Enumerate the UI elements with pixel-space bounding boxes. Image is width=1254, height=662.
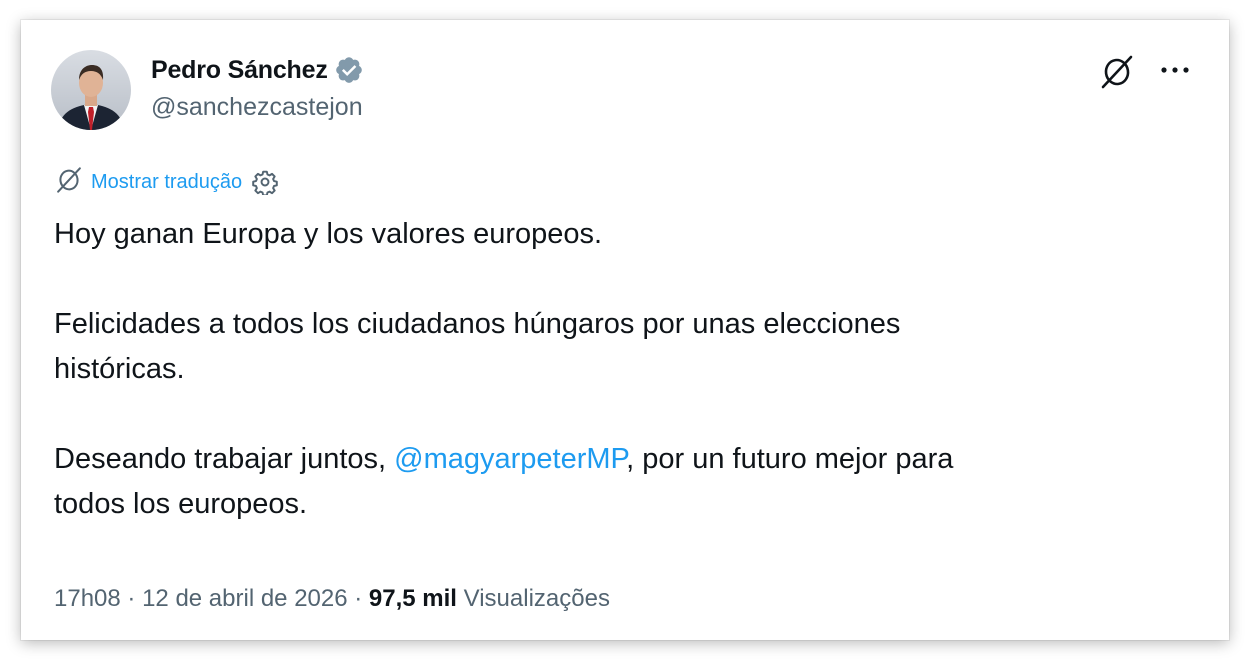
more-dots-icon[interactable]	[1155, 58, 1195, 82]
tweet-meta: 17h08 · 12 de abril de 2026 · 97,5 mil V…	[54, 585, 610, 613]
author-display-name[interactable]: Pedro Sánchez	[151, 56, 328, 85]
tweet-line: todos los europeos.	[54, 488, 308, 520]
author-handle[interactable]: @sanchezcastejon	[151, 93, 363, 122]
tweet-line: Hoy ganan Europa y los valores europeos.	[54, 218, 603, 250]
tweet-time[interactable]: 17h08	[54, 585, 121, 612]
tweet-text-fragment: Deseando trabajar juntos,	[54, 443, 395, 475]
meta-separator: ·	[347, 585, 369, 612]
profile-photo	[51, 50, 131, 130]
views-label: Visualizações	[456, 585, 610, 612]
tweet-paragraph-mention: Deseando trabajar juntos, @magyarpeterMP…	[54, 437, 1184, 482]
tweet-line: históricas.	[54, 353, 185, 385]
verified-badge-icon[interactable]	[334, 55, 364, 85]
translate-row: Mostrar tradução	[55, 166, 278, 199]
tweet-line: Felicidades a todos los ciudadanos húnga…	[54, 308, 901, 340]
grok-icon	[55, 166, 83, 199]
show-translation-link[interactable]: Mostrar tradução	[91, 171, 242, 194]
gear-icon[interactable]	[252, 169, 278, 197]
tweet-card: Pedro Sánchez @sanchezcastejon Mostrar t…	[21, 20, 1229, 640]
tweet-date[interactable]: 12 de abril de 2026	[142, 585, 348, 612]
tweet-text: Hoy ganan Europa y los valores europeos.…	[54, 212, 1184, 527]
author-name-row: Pedro Sánchez	[151, 52, 364, 88]
grok-icon[interactable]	[1101, 54, 1133, 90]
mention-link[interactable]: @magyarpeterMP	[394, 443, 626, 475]
avatar[interactable]	[51, 50, 131, 130]
meta-separator: ·	[120, 585, 143, 612]
views-count[interactable]: 97,5 mil	[369, 585, 457, 612]
tweet-text-fragment: , por un futuro mejor para	[626, 443, 954, 475]
